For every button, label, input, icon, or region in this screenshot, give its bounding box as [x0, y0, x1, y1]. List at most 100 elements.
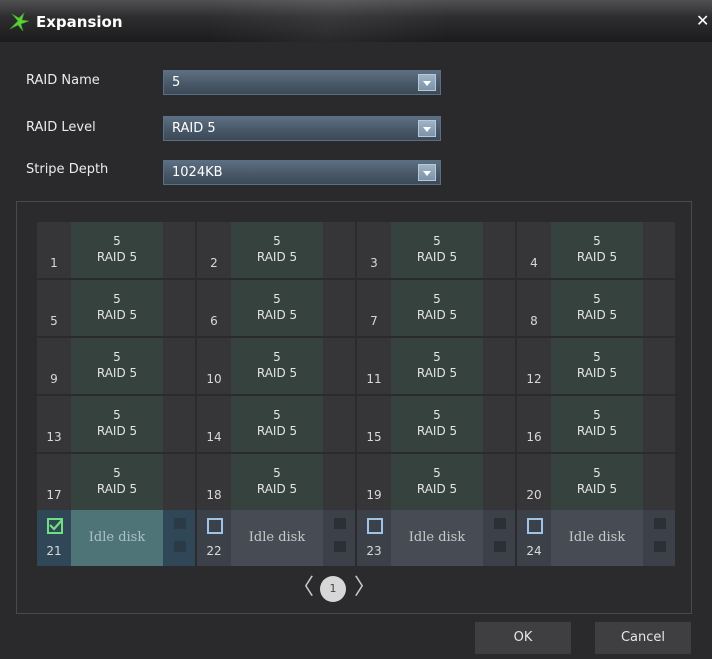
disk-raid-level: RAID 5	[256, 366, 298, 380]
raid-name-value: 5	[172, 75, 181, 90]
disk-info: 5 RAID 5	[391, 222, 483, 278]
disk-select-checkbox[interactable]	[47, 518, 63, 534]
disk-raid-name: 5	[273, 408, 281, 422]
disk-info: 5 RAID 5	[551, 222, 643, 278]
disk-slot: 5 RAID 5 17	[37, 454, 195, 510]
idle-disk-slot[interactable]: Idle disk 21	[37, 510, 195, 566]
disk-raid-level: RAID 5	[416, 424, 458, 438]
disk-raid-name: 5	[273, 350, 281, 364]
disk-slot: 5 RAID 5 6	[197, 280, 355, 336]
raid-level-select[interactable]: RAID 5	[163, 116, 441, 141]
disk-slot: 5 RAID 5 1	[37, 222, 195, 278]
disk-raid-name: 5	[433, 466, 441, 480]
disk-slot: 5 RAID 5 20	[517, 454, 675, 510]
disk-number: 16	[526, 430, 542, 444]
disk-number: 17	[46, 488, 62, 502]
disk-raid-level: RAID 5	[256, 308, 298, 322]
title-bar[interactable]: Expansion ✕	[0, 0, 712, 42]
disk-slot: 5 RAID 5 11	[357, 338, 515, 394]
disk-raid-name: 5	[433, 350, 441, 364]
disk-number: 19	[366, 488, 382, 502]
disk-raid-name: 5	[273, 292, 281, 306]
disk-raid-name: 5	[113, 350, 121, 364]
disk-indicator	[334, 541, 346, 552]
disk-raid-level: RAID 5	[576, 250, 618, 264]
chevron-down-icon[interactable]	[418, 120, 436, 137]
close-icon[interactable]: ✕	[696, 12, 709, 30]
disk-raid-level: RAID 5	[96, 366, 138, 380]
disk-raid-level: RAID 5	[416, 250, 458, 264]
title-bar-sheen	[210, 0, 610, 42]
disk-raid-name: 5	[593, 466, 601, 480]
disk-slot: 5 RAID 5 19	[357, 454, 515, 510]
disk-raid-level: RAID 5	[576, 366, 618, 380]
disk-info: 5 RAID 5	[391, 396, 483, 452]
disk-number: 5	[50, 314, 58, 328]
disk-number: 1	[50, 256, 58, 270]
disk-slot: 5 RAID 5 14	[197, 396, 355, 452]
disk-info: 5 RAID 5	[551, 280, 643, 336]
disk-info: Idle disk	[551, 510, 643, 566]
disk-raid-name: 5	[273, 234, 281, 248]
raid-name-select[interactable]: 5	[163, 70, 441, 95]
disk-number: 10	[206, 372, 222, 386]
disk-info: 5 RAID 5	[391, 338, 483, 394]
raid-name-label: RAID Name	[26, 73, 100, 88]
disk-raid-name: 5	[273, 466, 281, 480]
disk-info: Idle disk	[391, 510, 483, 566]
chevron-down-icon[interactable]	[418, 164, 436, 181]
disk-number: 15	[366, 430, 382, 444]
disk-info: 5 RAID 5	[71, 454, 163, 510]
disk-status: Idle disk	[88, 530, 146, 545]
dialog-title: Expansion	[36, 13, 123, 31]
disk-select-checkbox[interactable]	[207, 518, 223, 534]
disk-number: 4	[530, 256, 538, 270]
disk-raid-name: 5	[113, 466, 121, 480]
chevron-down-icon[interactable]	[418, 74, 436, 91]
disk-info: 5 RAID 5	[231, 338, 323, 394]
disk-raid-name: 5	[593, 234, 601, 248]
disk-info: 5 RAID 5	[391, 280, 483, 336]
page-number-button[interactable]: 1	[320, 576, 346, 602]
disk-number: 11	[366, 372, 382, 386]
disk-slot: 5 RAID 5 9	[37, 338, 195, 394]
disk-slot: 5 RAID 5 13	[37, 396, 195, 452]
disk-info: 5 RAID 5	[71, 222, 163, 278]
disk-indicator	[174, 518, 186, 529]
cancel-button[interactable]: Cancel	[595, 622, 691, 654]
chevron-right-icon[interactable]: 〉	[354, 577, 376, 599]
disk-indicator	[494, 518, 506, 529]
disk-number: 24	[526, 544, 542, 558]
disk-raid-level: RAID 5	[416, 308, 458, 322]
disk-select-checkbox[interactable]	[527, 518, 543, 534]
disk-slot: 5 RAID 5 8	[517, 280, 675, 336]
disk-number: 13	[46, 430, 62, 444]
idle-disk-slot[interactable]: Idle disk 22	[197, 510, 355, 566]
disk-raid-level: RAID 5	[416, 482, 458, 496]
disk-slot: 5 RAID 5 3	[357, 222, 515, 278]
ok-button[interactable]: OK	[475, 622, 571, 654]
disk-info: 5 RAID 5	[71, 396, 163, 452]
disk-info: 5 RAID 5	[231, 396, 323, 452]
disk-slot: 5 RAID 5 7	[357, 280, 515, 336]
disk-number: 22	[206, 544, 222, 558]
disk-select-checkbox[interactable]	[367, 518, 383, 534]
disk-info: 5 RAID 5	[551, 454, 643, 510]
disk-indicator	[654, 541, 666, 552]
idle-disk-slot[interactable]: Idle disk 23	[357, 510, 515, 566]
disk-slot: 5 RAID 5 15	[357, 396, 515, 452]
disk-raid-level: RAID 5	[96, 250, 138, 264]
disk-raid-name: 5	[113, 408, 121, 422]
disk-info: 5 RAID 5	[71, 280, 163, 336]
stripe-depth-select[interactable]: 1024KB	[163, 160, 441, 185]
disk-slot: 5 RAID 5 4	[517, 222, 675, 278]
disk-number: 8	[530, 314, 538, 328]
chevron-left-icon[interactable]: 〈	[292, 577, 314, 599]
disk-info: 5 RAID 5	[231, 280, 323, 336]
pagination: 〈 1 〉	[292, 573, 376, 603]
idle-disk-slot[interactable]: Idle disk 24	[517, 510, 675, 566]
disk-raid-name: 5	[113, 292, 121, 306]
disk-info: 5 RAID 5	[231, 222, 323, 278]
checkmark-icon	[49, 519, 63, 531]
stripe-depth-label: Stripe Depth	[26, 162, 109, 177]
